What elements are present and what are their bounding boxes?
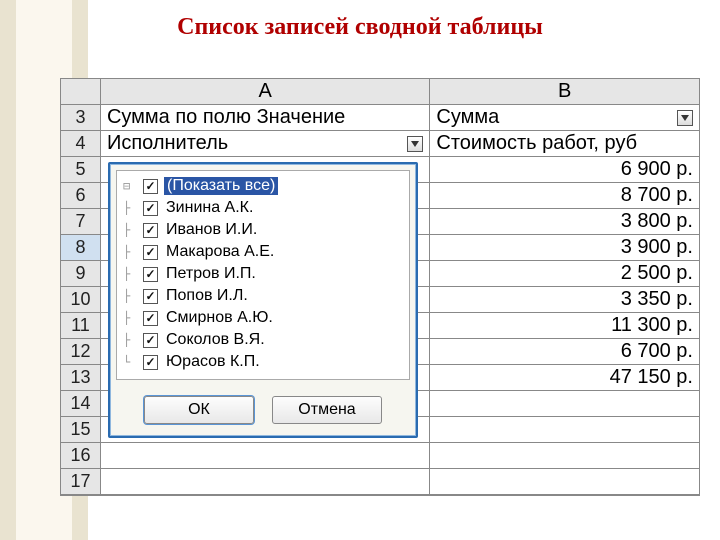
tree-connector-icon: └: [123, 355, 143, 369]
checkbox[interactable]: [143, 289, 158, 304]
cell-B7[interactable]: 3 800 р.: [430, 209, 700, 235]
ok-button[interactable]: ОК: [144, 396, 254, 424]
tree-connector-icon: ⊟: [123, 179, 143, 193]
checkbox[interactable]: [143, 201, 158, 216]
checkbox[interactable]: [143, 333, 158, 348]
filter-item[interactable]: └ Юрасов К.П.: [123, 351, 403, 373]
row-number[interactable]: 9: [61, 261, 101, 287]
cell-B15[interactable]: [430, 417, 700, 443]
filter-popup: ⊟(Показать все)├Зинина А.К.├Иванов И.И.├…: [108, 162, 418, 438]
filter-item[interactable]: ├ Макарова А.Е.: [123, 241, 403, 263]
cell-B8[interactable]: 3 900 р.: [430, 235, 700, 261]
cancel-button[interactable]: Отмена: [272, 396, 382, 424]
row-number[interactable]: 4: [61, 131, 101, 157]
col-header-B[interactable]: B: [430, 79, 700, 105]
cell-B3[interactable]: Сумма: [430, 105, 700, 131]
cell-B6[interactable]: 8 700 р.: [430, 183, 700, 209]
cell-B12[interactable]: 6 700 р.: [430, 339, 700, 365]
filter-item-label: Соколов В.Я.: [164, 331, 267, 349]
select-all-corner[interactable]: [61, 79, 101, 105]
row-number[interactable]: 16: [61, 443, 101, 469]
checkbox[interactable]: [143, 267, 158, 282]
row-number[interactable]: 8: [61, 235, 101, 261]
row-number[interactable]: 5: [61, 157, 101, 183]
cell-B3-text: Сумма: [436, 106, 499, 129]
filter-item-label: Попов И.Л.: [164, 287, 250, 305]
filter-item[interactable]: ├ Иванов И.И.: [123, 219, 403, 241]
filter-item-label: Петров И.П.: [164, 265, 258, 283]
cell-B4[interactable]: Стоимость работ, руб: [430, 131, 700, 157]
filter-item-label: Макарова А.Е.: [164, 243, 276, 261]
chevron-down-icon: [681, 115, 689, 121]
cell-B10[interactable]: 3 350 р.: [430, 287, 700, 313]
filter-item-label: (Показать все): [164, 177, 278, 195]
cell-B16[interactable]: [430, 443, 700, 469]
cell-A16[interactable]: [101, 443, 430, 469]
filter-item[interactable]: ├ Попов И.Л.: [123, 285, 403, 307]
cell-A3[interactable]: Сумма по полю Значение: [101, 105, 430, 131]
row-number[interactable]: 3: [61, 105, 101, 131]
checkbox[interactable]: [143, 223, 158, 238]
checkbox[interactable]: [143, 355, 158, 370]
filter-item[interactable]: ⊟ (Показать все): [123, 175, 403, 197]
checkbox[interactable]: [143, 311, 158, 326]
chevron-down-icon: [411, 141, 419, 147]
filter-item-label: Зинина А.К.: [164, 199, 255, 217]
cell-A17[interactable]: [101, 469, 430, 495]
tree-connector-icon: ├: [123, 267, 143, 281]
row-number[interactable]: 13: [61, 365, 101, 391]
cell-B17[interactable]: [430, 469, 700, 495]
cell-B5[interactable]: 6 900 р.: [430, 157, 700, 183]
page-title: Список записей сводной таблицы: [0, 14, 720, 41]
tree-connector-icon: ├: [123, 289, 143, 303]
row-number[interactable]: 7: [61, 209, 101, 235]
filter-item[interactable]: ├ Соколов В.Я.: [123, 329, 403, 351]
cell-B9[interactable]: 2 500 р.: [430, 261, 700, 287]
row-number[interactable]: 10: [61, 287, 101, 313]
filter-item-label: Смирнов А.Ю.: [164, 309, 275, 327]
filter-item-label: Юрасов К.П.: [164, 353, 262, 371]
column-header-row: A B: [61, 79, 700, 105]
row-number[interactable]: 15: [61, 417, 101, 443]
cell-B14[interactable]: [430, 391, 700, 417]
row-number[interactable]: 11: [61, 313, 101, 339]
row-number[interactable]: 6: [61, 183, 101, 209]
checkbox[interactable]: [143, 245, 158, 260]
row-number[interactable]: 14: [61, 391, 101, 417]
row-number[interactable]: 12: [61, 339, 101, 365]
cell-A4[interactable]: Исполнитель: [101, 131, 430, 157]
cell-B11[interactable]: 11 300 р.: [430, 313, 700, 339]
filter-item[interactable]: ├ Петров И.П.: [123, 263, 403, 285]
col-header-A[interactable]: A: [101, 79, 430, 105]
table-row: 3 Сумма по полю Значение Сумма: [61, 105, 700, 131]
filter-item[interactable]: ├ Зинина А.К.: [123, 197, 403, 219]
tree-connector-icon: ├: [123, 311, 143, 325]
filter-list[interactable]: ⊟(Показать все)├Зинина А.К.├Иванов И.И.├…: [116, 170, 410, 380]
filter-button-row: ОК Отмена: [110, 386, 416, 436]
cell-A4-text: Исполнитель: [107, 132, 228, 155]
row-number[interactable]: 17: [61, 469, 101, 495]
filter-dropdown-B3[interactable]: [677, 110, 693, 126]
tree-connector-icon: ├: [123, 333, 143, 347]
cell-B13[interactable]: 47 150 р.: [430, 365, 700, 391]
tree-connector-icon: ├: [123, 201, 143, 215]
table-row: 16: [61, 443, 700, 469]
table-row: 4 Исполнитель Стоимость работ, руб: [61, 131, 700, 157]
tree-connector-icon: ├: [123, 245, 143, 259]
tree-connector-icon: ├: [123, 223, 143, 237]
filter-item-label: Иванов И.И.: [164, 221, 259, 239]
table-row: 17: [61, 469, 700, 495]
filter-item[interactable]: ├ Смирнов А.Ю.: [123, 307, 403, 329]
checkbox[interactable]: [143, 179, 158, 194]
filter-dropdown-A4[interactable]: [407, 136, 423, 152]
